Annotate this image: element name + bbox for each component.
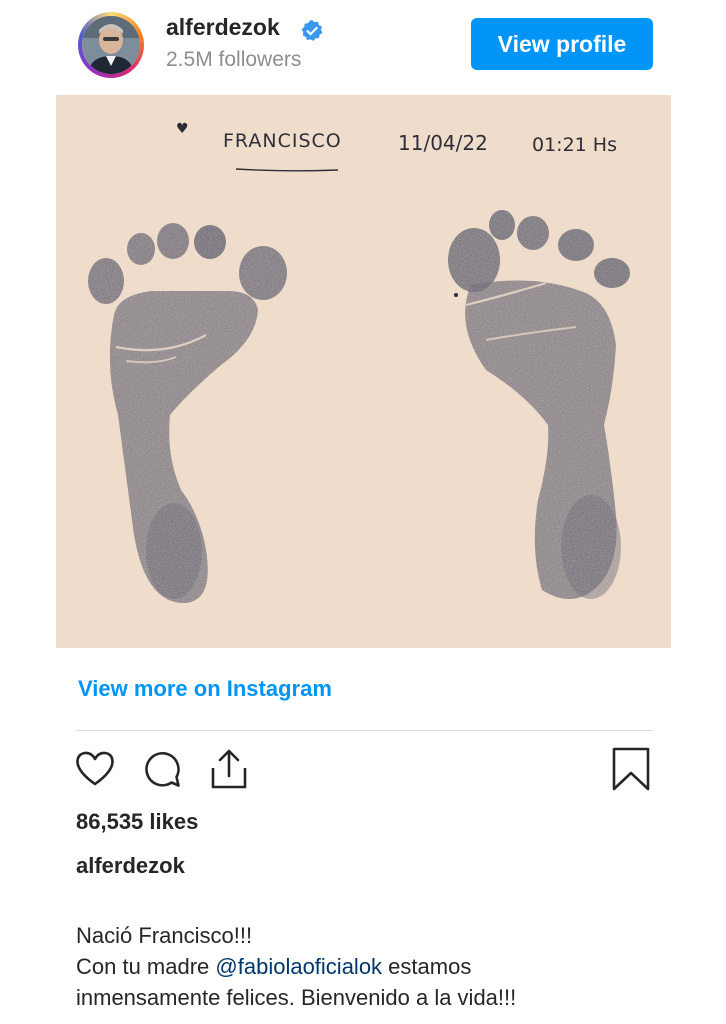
caption-line-3: inmensamente felices. Bienvenido a la vi… <box>76 985 517 1010</box>
bookmark-icon[interactable] <box>608 746 654 792</box>
post-image[interactable]: ♥ FRANCISCO 11/04/22 01:21 Hs <box>56 95 671 648</box>
view-more-on-instagram-link[interactable]: View more on Instagram <box>78 676 332 702</box>
note-name: FRANCISCO <box>223 130 342 152</box>
post-header: alferdezok 2.5M followers View profile <box>0 0 726 92</box>
note-heart: ♥ <box>176 121 189 137</box>
caption-line-1: Nació Francisco!!! <box>76 923 253 948</box>
post-caption: Nació Francisco!!! Con tu madre @fabiola… <box>76 920 676 1013</box>
note-time: 01:21 Hs <box>532 134 617 156</box>
caption-text: estamos <box>382 954 472 979</box>
divider <box>76 730 653 731</box>
comment-icon[interactable] <box>140 746 186 792</box>
caption-username[interactable]: alferdezok <box>76 853 185 879</box>
avatar[interactable] <box>82 16 140 74</box>
mention-link[interactable]: @fabiolaoficialok <box>215 954 382 979</box>
heart-icon[interactable] <box>72 746 118 792</box>
verified-badge-icon <box>301 20 323 41</box>
profile-username[interactable]: alferdezok <box>166 14 280 41</box>
caption-text: Con tu madre <box>76 954 216 979</box>
follower-count: 2.5M followers <box>166 48 302 71</box>
story-ring[interactable] <box>78 12 144 78</box>
note-date: 11/04/22 <box>398 131 488 155</box>
view-profile-button[interactable]: View profile <box>471 18 653 70</box>
share-icon[interactable] <box>206 746 252 792</box>
like-count[interactable]: 86,535 likes <box>76 809 198 835</box>
caption-line-2: Con tu madre @fabiolaoficialok estamos <box>76 951 676 982</box>
